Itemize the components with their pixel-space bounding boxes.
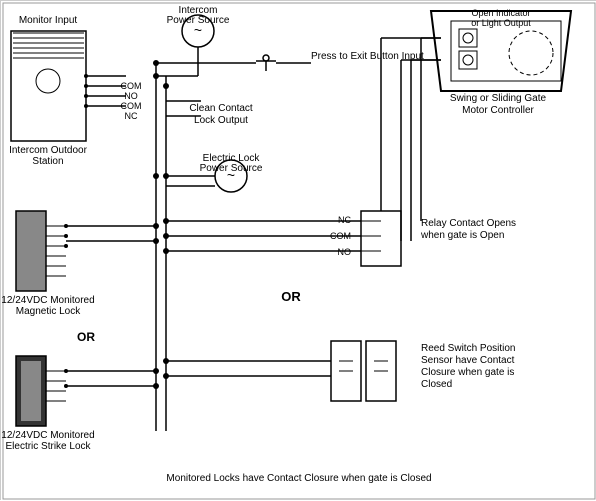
svg-text:Intercom Outdoor: Intercom Outdoor — [9, 145, 87, 156]
svg-text:Sensor have Contact: Sensor have Contact — [421, 355, 515, 366]
svg-text:COM: COM — [121, 81, 142, 91]
svg-text:or Light Output: or Light Output — [471, 18, 531, 28]
svg-text:Closure when gate is: Closure when gate is — [421, 367, 514, 378]
svg-text:Open Indicator: Open Indicator — [471, 8, 530, 18]
svg-text:NO: NO — [338, 247, 352, 257]
svg-text:OR: OR — [281, 289, 301, 304]
svg-text:when gate is Open: when gate is Open — [420, 230, 504, 241]
svg-text:12/24VDC Monitored: 12/24VDC Monitored — [1, 295, 94, 306]
svg-text:Power Source: Power Source — [200, 163, 263, 174]
svg-text:NC: NC — [338, 215, 351, 225]
svg-text:Magnetic Lock: Magnetic Lock — [16, 306, 81, 317]
svg-text:Swing or Sliding Gate: Swing or Sliding Gate — [450, 93, 547, 104]
svg-text:Power Source: Power Source — [167, 15, 230, 26]
svg-text:NO: NO — [124, 91, 138, 101]
svg-text:Motor Controller: Motor Controller — [462, 105, 534, 116]
svg-text:Closed: Closed — [421, 379, 452, 390]
svg-text:Monitor Input: Monitor Input — [19, 15, 78, 26]
svg-text:12/24VDC Monitored: 12/24VDC Monitored — [1, 430, 94, 441]
svg-text:Reed Switch Position: Reed Switch Position — [421, 343, 516, 354]
svg-text:Clean Contact: Clean Contact — [189, 103, 253, 114]
svg-text:Lock Output: Lock Output — [194, 115, 248, 126]
svg-text:Monitored Locks have Contact C: Monitored Locks have Contact Closure whe… — [166, 473, 431, 484]
svg-text:Relay Contact Opens: Relay Contact Opens — [421, 218, 516, 229]
svg-text:Station: Station — [32, 156, 63, 167]
diagram-container: Monitor Input Intercom Outdoor Station ~… — [0, 0, 596, 500]
svg-text:OR: OR — [77, 330, 95, 344]
svg-text:COM: COM — [121, 101, 142, 111]
svg-text:Electric Strike Lock: Electric Strike Lock — [5, 441, 91, 452]
svg-text:NC: NC — [125, 111, 138, 121]
